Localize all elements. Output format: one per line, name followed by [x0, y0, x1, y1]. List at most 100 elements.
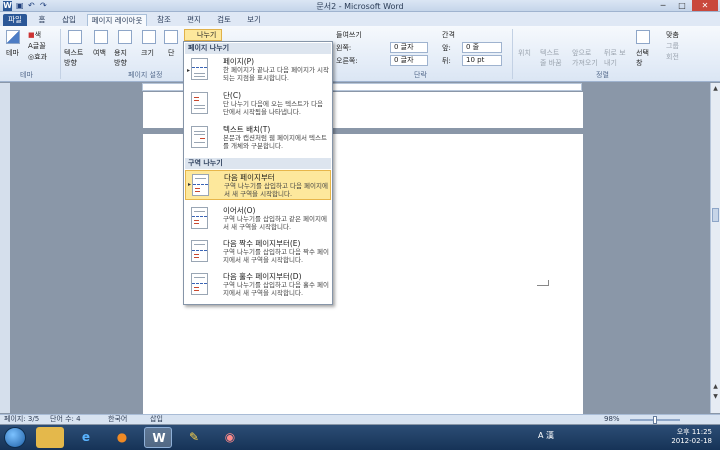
align-button[interactable]: 맞춤: [666, 30, 679, 40]
tab-mailings[interactable]: 편지: [181, 14, 207, 26]
menu-item-odd-page[interactable]: 다음 홀수 페이지부터(D) 구역 나누기를 삽입하고 다음 홀수 페이지에서 …: [185, 270, 331, 302]
group-paragraph-label: 단락: [414, 71, 427, 79]
ie-icon: e: [81, 430, 91, 444]
tab-view[interactable]: 보기: [241, 14, 267, 26]
colors-label: 색: [34, 31, 42, 39]
vertical-scrollbar[interactable]: ▲ ▲ ▼: [710, 83, 720, 413]
bring-forward-button[interactable]: 앞으로 가져오기: [572, 48, 598, 68]
pointer-icon: ▸: [188, 181, 192, 188]
group-separator: [60, 29, 61, 79]
clock-date: 2012-02-18: [671, 437, 712, 445]
tab-review[interactable]: 검토: [211, 14, 237, 26]
fonts-label: 글꼴: [32, 42, 46, 50]
tab-page-layout[interactable]: 페이지 레이아웃: [87, 14, 147, 26]
menu-section-page-breaks: 페이지 나누기: [185, 43, 331, 54]
fonts-button[interactable]: A글꼴: [28, 41, 46, 51]
indent-right-field[interactable]: 0 글자: [390, 55, 428, 66]
document-area[interactable]: [10, 92, 710, 424]
effects-button[interactable]: ◎효과: [28, 52, 47, 62]
menu-item-column-break[interactable]: 단(C) 단 나누기 다음에 오는 텍스트가 다음 단에서 시작됨을 나타냅니다…: [185, 89, 331, 121]
insert-mode[interactable]: 삽입: [150, 415, 163, 424]
menu-item-even-page[interactable]: 다음 짝수 페이지부터(E) 구역 나누기를 삽입하고 다음 짝수 페이지에서 …: [185, 237, 331, 267]
menu-item-page-break[interactable]: ▸ 페이지(P) 한 페이지가 끝나고 다음 페이지가 시작되는 지점을 표시합…: [185, 55, 331, 87]
menu-item-next-page[interactable]: ▸ 다음 페이지부터 구역 나누기를 삽입하고 다음 페이지에서 새 구역을 시…: [185, 170, 331, 200]
group-page-setup-label: 페이지 설정: [128, 71, 163, 79]
language-bar[interactable]: A 漢: [538, 430, 554, 441]
minimize-button[interactable]: ─: [654, 0, 672, 11]
ie-taskbar-icon[interactable]: e: [72, 427, 100, 448]
paragraph-corner-mark: [537, 280, 549, 286]
columns-button[interactable]: 단: [168, 48, 174, 58]
page-break-icon: [191, 58, 208, 80]
menu-item-desc: 단 나누기 다음에 오는 텍스트가 다음 단에서 시작됨을 나타냅니다.: [223, 100, 324, 116]
menu-item-desc: 본문과 캡션처럼 웹 페이지에서 텍스트를 개체와 구분합니다.: [223, 134, 327, 150]
tab-references[interactable]: 참조: [151, 14, 177, 26]
group-button[interactable]: 그룹: [666, 41, 679, 51]
breaks-button[interactable]: 나누기 ▾: [184, 29, 222, 49]
columns-icon[interactable]: [164, 30, 178, 44]
close-button[interactable]: ✕: [692, 0, 718, 11]
title-bar: W ▣ ↶ ↷ 문서2 - Microsoft Word ─ □ ✕: [0, 0, 720, 12]
theme-icon[interactable]: [6, 30, 20, 44]
word-taskbar-icon[interactable]: W: [144, 427, 172, 448]
firefox-taskbar-icon[interactable]: ●: [108, 427, 136, 448]
start-button[interactable]: [4, 427, 26, 448]
indent-left-field[interactable]: 0 글자: [390, 42, 428, 53]
language-indicator[interactable]: 한국어: [108, 415, 127, 424]
group-theme-label: 테마: [20, 71, 33, 79]
next-page-break-icon: [192, 174, 209, 196]
menu-item-desc: 구역 나누기를 삽입하고 다음 짝수 페이지에서 새 구역을 시작합니다.: [223, 248, 330, 264]
page-count[interactable]: 페이지: 3/5: [4, 415, 39, 424]
size-button[interactable]: 크기: [141, 48, 154, 58]
tab-insert[interactable]: 삽입: [56, 14, 82, 26]
word-count[interactable]: 단어 수: 4: [50, 415, 81, 424]
explorer-taskbar-icon[interactable]: [36, 427, 64, 448]
indent-left-label: 왼쪽:: [336, 44, 352, 52]
orientation-button[interactable]: 용지 방향: [114, 48, 134, 68]
scroll-prev-icon[interactable]: ▲: [711, 383, 720, 390]
ribbon: 테마 ■색 A글꼴 ◎효과 테마 텍스트 방향 여백 용지 방향 크기 단 페이…: [0, 26, 720, 82]
menu-item-text-wrapping[interactable]: 텍스트 배치(T) 본문과 캡션처럼 웹 페이지에서 텍스트를 개체와 구분합니…: [185, 123, 331, 155]
column-break-icon: [191, 92, 208, 114]
spacing-after-field[interactable]: 10 pt: [462, 55, 502, 66]
tab-home[interactable]: 홈: [33, 14, 51, 26]
position-button[interactable]: 위치: [518, 48, 531, 58]
spacing-before-field[interactable]: 0 줄: [462, 42, 502, 53]
indent-right-label: 오른쪽:: [336, 57, 358, 65]
wrap-text-button[interactable]: 텍스트 줄 바꿈: [540, 48, 562, 68]
send-backward-button[interactable]: 뒤로 보내기: [604, 48, 628, 68]
margins-icon[interactable]: [94, 30, 108, 44]
margins-button[interactable]: 여백: [93, 48, 106, 58]
theme-button[interactable]: 테마: [6, 48, 19, 58]
menu-item-desc: 구역 나누기를 삽입하고 같은 페이지에서 새 구역을 시작합니다.: [223, 215, 327, 231]
spacing-label: 간격: [442, 31, 455, 39]
text-direction-icon[interactable]: [68, 30, 82, 44]
scroll-next-icon[interactable]: ▼: [711, 393, 720, 400]
menu-item-desc: 한 페이지가 끝나고 다음 페이지가 시작되는 지점을 표시합니다.: [223, 66, 330, 82]
maximize-button[interactable]: □: [673, 0, 691, 11]
zoom-slider-handle[interactable]: [653, 416, 657, 424]
magnifier-taskbar-icon[interactable]: ◉: [216, 427, 244, 448]
colors-icon: ■: [28, 31, 35, 39]
spacing-after-label: 뒤:: [442, 57, 451, 65]
ribbon-tabs: 파일 홈 삽입 페이지 레이아웃 참조 편지 검토 보기: [0, 12, 720, 26]
zoom-level[interactable]: 98%: [604, 415, 620, 424]
menu-item-continuous[interactable]: 이어서(O) 구역 나누기를 삽입하고 같은 페이지에서 새 구역을 시작합니다…: [185, 204, 331, 234]
magnifier-icon: ◉: [224, 430, 236, 444]
selection-pane-button[interactable]: 선택 창: [636, 48, 650, 68]
selection-pane-icon[interactable]: [636, 30, 650, 44]
text-direction-button[interactable]: 텍스트 방향: [64, 48, 88, 68]
status-bar: 페이지: 3/5 단어 수: 4 한국어 삽입 98%: [0, 414, 720, 424]
size-icon[interactable]: [142, 30, 156, 44]
scroll-thumb[interactable]: [712, 208, 719, 222]
colors-button[interactable]: ■색: [28, 30, 41, 40]
rotate-button[interactable]: 회전: [666, 52, 679, 62]
orientation-icon[interactable]: [118, 30, 132, 44]
system-clock[interactable]: 오후 11:25 2012-02-18: [671, 428, 712, 446]
scroll-up-icon[interactable]: ▲: [711, 85, 720, 92]
spacing-before-label: 앞:: [442, 44, 451, 52]
window-title: 문서2 - Microsoft Word: [316, 2, 404, 11]
paint-taskbar-icon[interactable]: ✎: [180, 427, 208, 448]
tab-file[interactable]: 파일: [3, 14, 27, 26]
group-arrange-label: 정렬: [596, 71, 609, 79]
